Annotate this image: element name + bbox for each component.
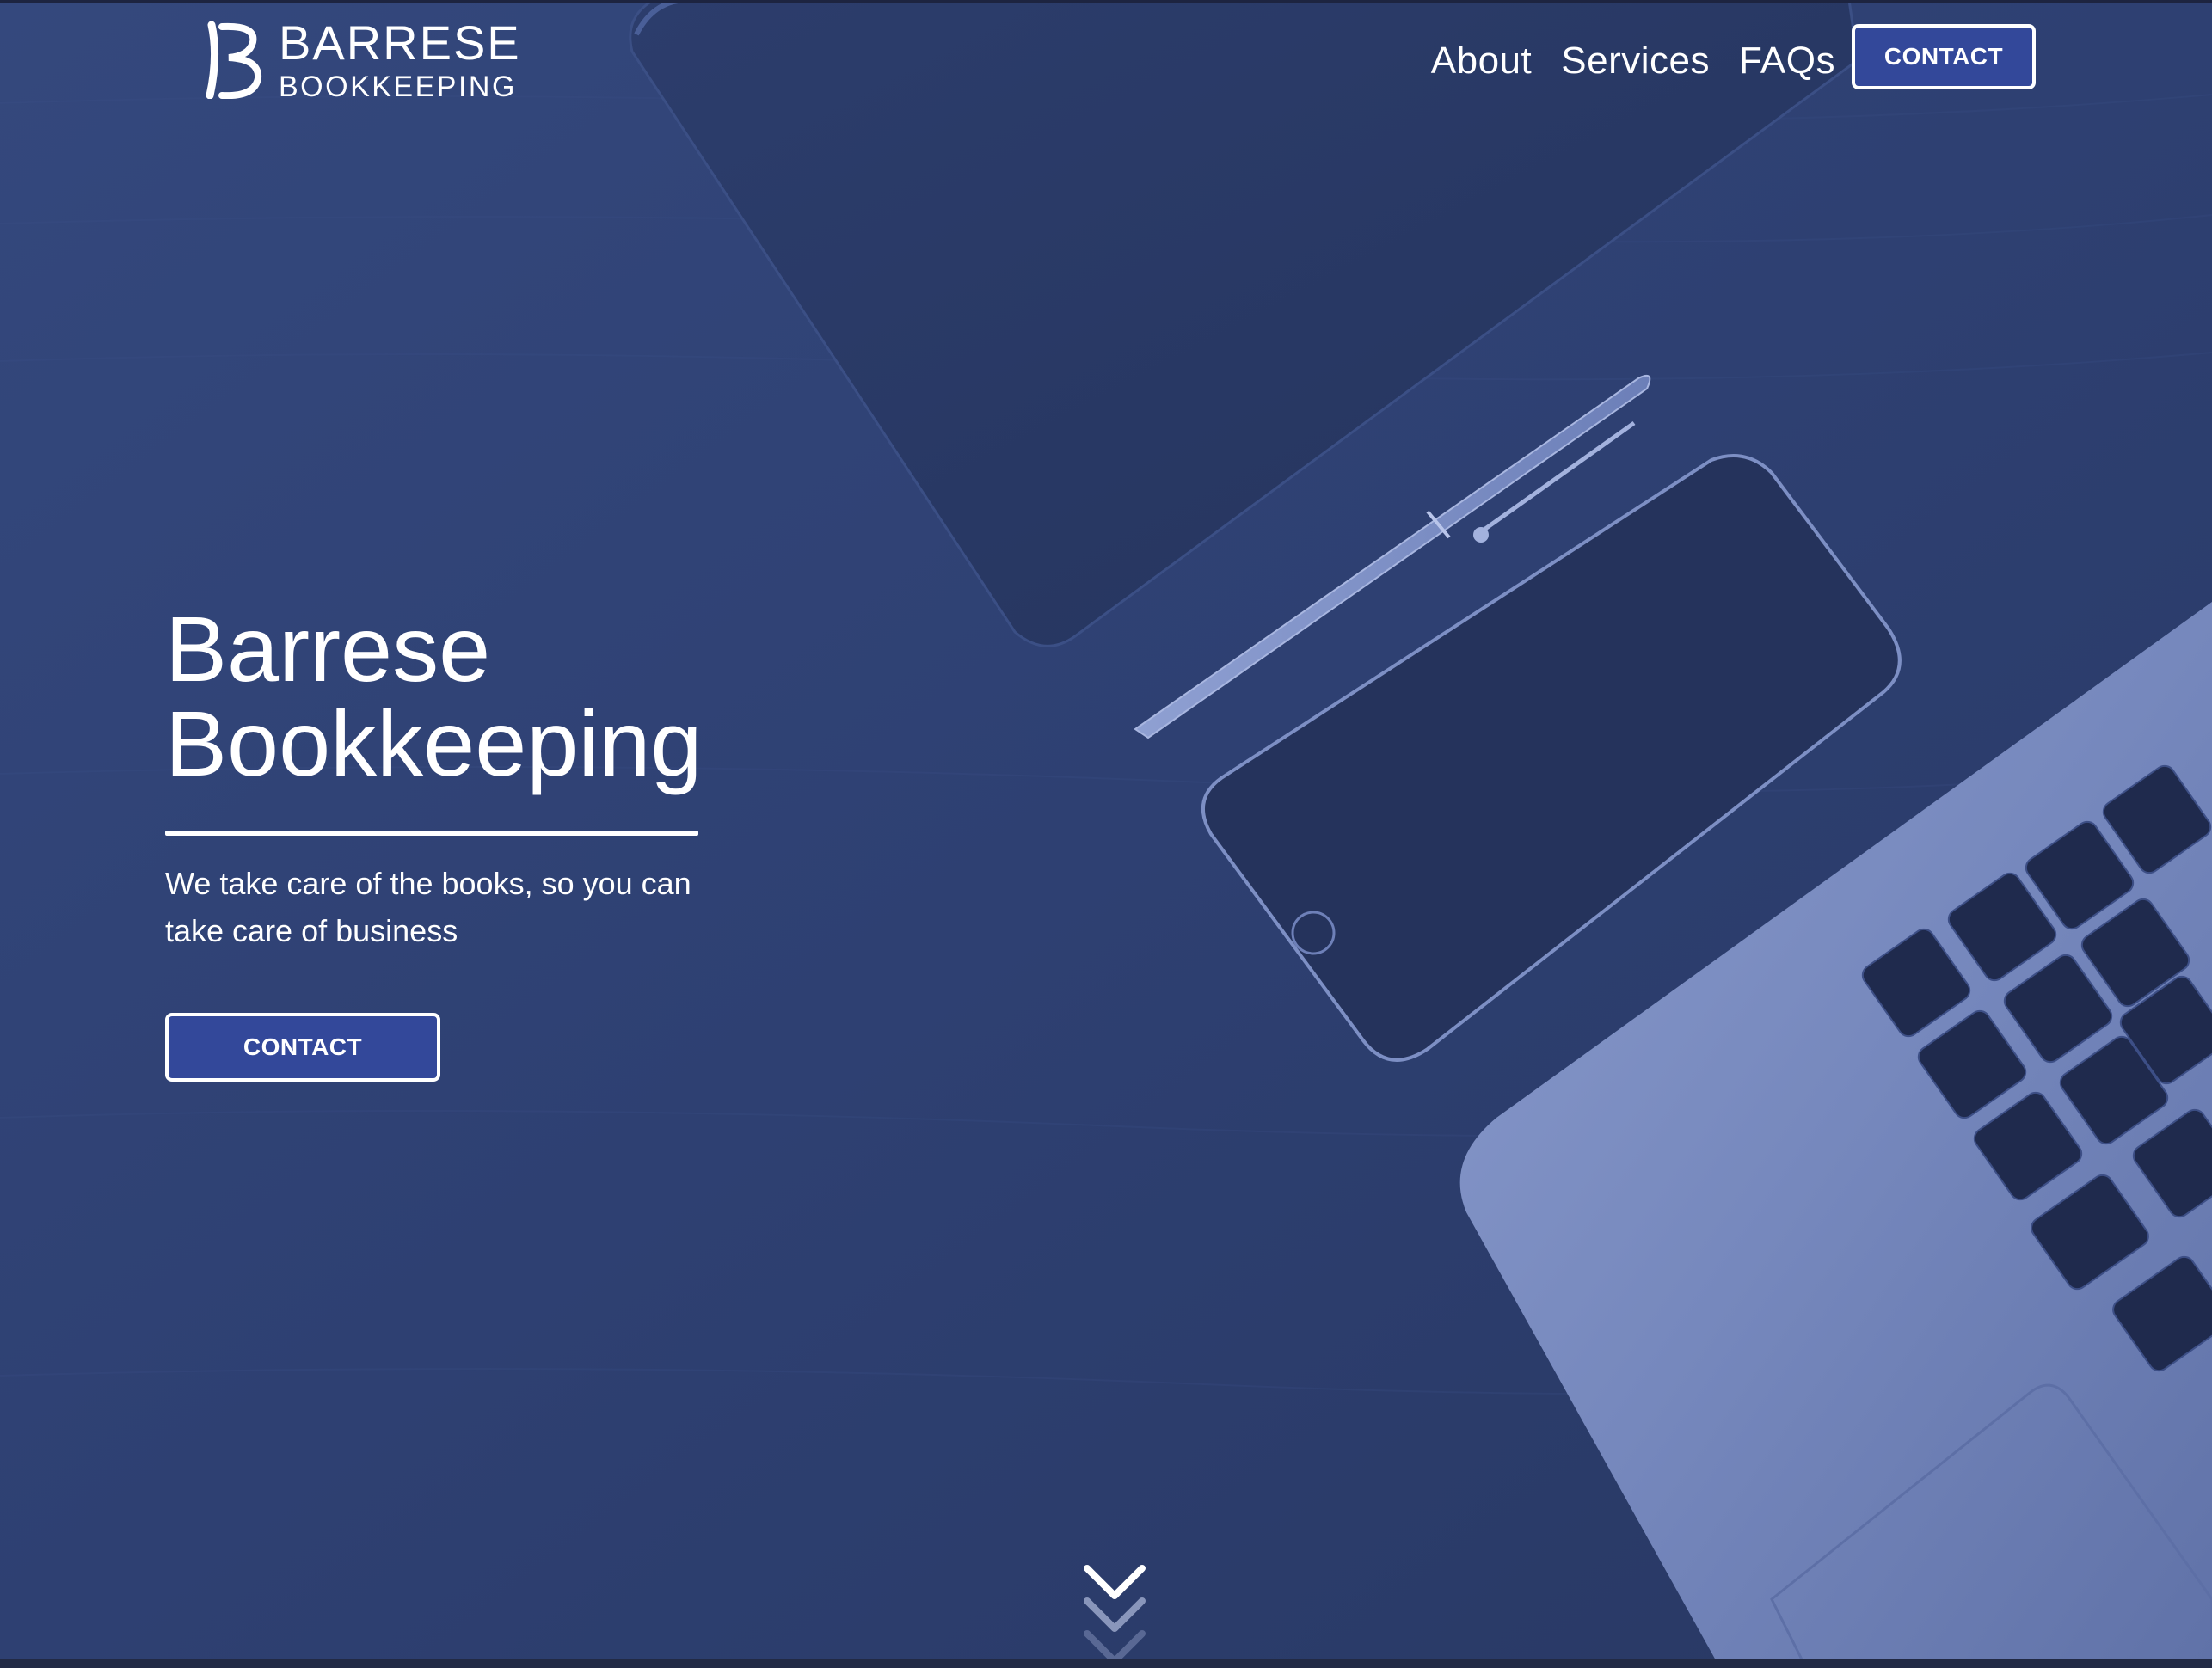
main-nav: About Services FAQs	[1431, 40, 1835, 83]
landing-page: BARRESE BOOKKEEPING About Services FAQs …	[0, 0, 2212, 1668]
hero-title-line2: Bookkeeping	[165, 691, 703, 795]
chevron-down-icon[interactable]	[1082, 1561, 1147, 1665]
hero-title-line1: Barrese	[165, 597, 491, 701]
header-contact-button[interactable]: CONTACT	[1852, 24, 2036, 89]
hero-contact-button[interactable]: CONTACT	[165, 1013, 440, 1082]
nav-link-services[interactable]: Services	[1561, 40, 1710, 83]
brand-name-line2: BOOKKEEPING	[279, 71, 517, 103]
nav-link-faqs[interactable]: FAQs	[1739, 40, 1835, 83]
window-bottom-edge	[0, 1659, 2212, 1668]
hero-divider	[165, 831, 698, 836]
nav-link-about[interactable]: About	[1431, 40, 1532, 83]
hero-title: Barrese Bookkeeping	[165, 602, 767, 791]
brand-name: BARRESE BOOKKEEPING	[279, 15, 521, 103]
hero-subtitle: We take care of the books, so you can ta…	[165, 866, 691, 948]
brand-name-line1: BARRESE	[279, 15, 521, 70]
window-top-edge	[0, 0, 2212, 3]
brand-logo[interactable]: BARRESE BOOKKEEPING	[203, 19, 521, 101]
logo-b-icon	[206, 21, 262, 99]
